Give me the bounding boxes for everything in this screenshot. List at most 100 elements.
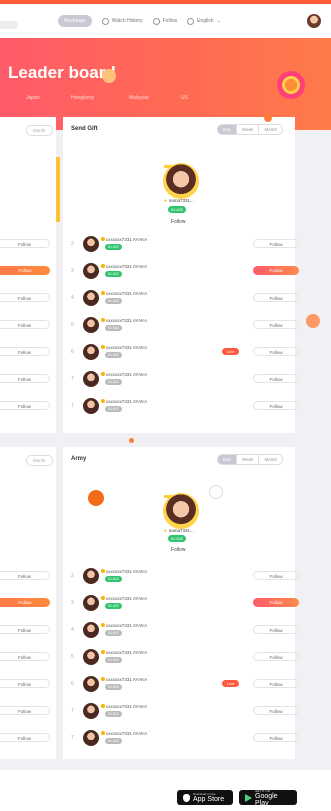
avatar[interactable] [83, 290, 99, 306]
follow-link[interactable]: Follow [152, 17, 177, 25]
follow-button[interactable]: Follow [253, 293, 299, 302]
left-follow-button[interactable]: Follow [0, 266, 50, 275]
user-name: xxxxxxx7331 AYAKA [101, 345, 147, 350]
left-follow-button[interactable]: Follow [0, 652, 50, 661]
avatar[interactable] [83, 703, 99, 719]
champion-follow-button[interactable]: Follow [171, 219, 185, 225]
tab-week[interactable]: Week [236, 455, 258, 464]
avatar[interactable] [83, 236, 99, 252]
avatar[interactable] [83, 595, 99, 611]
follow-button[interactable]: Follow [253, 679, 299, 688]
score-badge: 51,632 [105, 657, 122, 663]
tab-day[interactable]: Day [218, 455, 237, 464]
follow-button[interactable]: Follow [253, 374, 299, 383]
table-row: 7 xxxxxxx7331 AYAKA 51,632 Follow [71, 393, 299, 420]
rank-number: 2 [71, 241, 74, 247]
follow-button[interactable]: Follow [253, 625, 299, 634]
rank-number: 7 [71, 403, 74, 409]
search-box-fragment[interactable] [0, 21, 18, 29]
avatar[interactable] [83, 371, 99, 387]
avatar[interactable] [83, 344, 99, 360]
period-tabs: Day Week Month [217, 454, 283, 465]
apple-icon [183, 793, 190, 802]
tab-japan[interactable]: Japan [26, 95, 71, 101]
avatar[interactable] [83, 398, 99, 414]
follow-button[interactable]: Follow [253, 652, 299, 661]
tab-month[interactable]: Month [258, 125, 282, 134]
table-row: 3 xxxxxxx7331 AYAKA 51,632 Follow [71, 590, 299, 617]
avatar[interactable] [83, 676, 99, 692]
follow-button[interactable]: Follow [253, 571, 299, 580]
left-follow-button[interactable]: Follow [0, 374, 50, 383]
follow-button[interactable]: Follow [253, 347, 299, 356]
follow-button[interactable]: Follow [253, 320, 299, 329]
score-badge: 51,632 [105, 630, 122, 636]
champion-avatar[interactable] [163, 163, 199, 199]
send-gift-card: Send Gift Day Week Month ● nama7331... 5… [63, 114, 299, 433]
left-follow-button[interactable]: Follow [0, 320, 50, 329]
left-follow-button[interactable]: Follow [0, 293, 50, 302]
score-badge: 51,632 [105, 711, 122, 717]
decorative-dot [88, 490, 104, 506]
decorative-dot [129, 438, 134, 443]
medal-icon [101, 291, 105, 295]
left-follow-button[interactable]: Follow [0, 571, 50, 580]
tab-malaysia[interactable]: Malaysia [129, 95, 181, 101]
recharge-button[interactable]: Recharge [58, 15, 92, 27]
language-label: English [197, 18, 214, 24]
avatar[interactable] [83, 622, 99, 638]
live-badge[interactable]: Live [222, 680, 240, 687]
left-follow-button[interactable]: Follow [0, 598, 50, 607]
tab-month[interactable]: Month [258, 455, 282, 464]
scroll-accent [56, 157, 60, 222]
decorative-dot [306, 314, 320, 328]
score-badge: 51,632 [105, 603, 122, 609]
live-badge[interactable]: Live [222, 348, 240, 355]
period-tabs: Day Week Month [217, 124, 283, 135]
tab-week[interactable]: Week [236, 125, 258, 134]
left-follow-button[interactable]: Follow [0, 679, 50, 688]
follow-button[interactable]: Follow [253, 401, 299, 410]
left-follow-button[interactable]: Follow [0, 239, 50, 248]
left-follow-button[interactable]: Follow [0, 706, 50, 715]
champion-follow-button[interactable]: Follow [171, 547, 185, 553]
left-follow-button[interactable]: Follow [0, 401, 50, 410]
left-follow-button[interactable]: Follow [0, 347, 50, 356]
tab-day[interactable]: Day [218, 125, 237, 134]
avatar[interactable] [83, 317, 99, 333]
user-name: xxxxxxx7331 AYAKA [101, 237, 147, 242]
medal-icon [101, 677, 105, 681]
avatar[interactable] [83, 568, 99, 584]
left-period-select-1[interactable]: Month [26, 125, 53, 136]
avatar[interactable] [83, 730, 99, 746]
champion-avatar[interactable] [163, 493, 199, 529]
watch-history-link[interactable]: Watch History [101, 17, 143, 25]
google-play-button[interactable]: GET IT ON Google Play [239, 789, 297, 807]
tab-hongkong[interactable]: Hongkong [71, 95, 129, 101]
avatar[interactable] [83, 649, 99, 665]
medal-icon [101, 596, 105, 600]
chevron-down-icon: ⌄ [216, 18, 221, 24]
avatar[interactable] [83, 263, 99, 279]
score-badge: 51,632 [105, 684, 122, 690]
tab-us[interactable]: US [181, 95, 188, 101]
user-avatar[interactable] [307, 14, 321, 28]
left-card-1: Month [0, 117, 56, 433]
medal-icon [101, 650, 105, 654]
top-nav: Recharge Watch History Follow English ⌄ [58, 15, 221, 27]
follow-button[interactable]: Follow [253, 733, 299, 742]
language-selector[interactable]: English ⌄ [187, 17, 221, 25]
champion-name: ● nama7331... [164, 198, 194, 203]
table-row: 5 xxxxxxx7331 AYAKA 51,632 Follow [71, 312, 299, 339]
left-period-select-2[interactable]: Month [26, 455, 53, 466]
follow-button[interactable]: Follow [253, 239, 299, 248]
left-follow-button[interactable]: Follow [0, 625, 50, 634]
user-name: xxxxxxx7331 AYAKA [101, 569, 147, 574]
rank-number: 4 [71, 627, 74, 633]
left-follow-button[interactable]: Follow [0, 733, 50, 742]
page-title: Leader board [8, 63, 116, 82]
app-store-button[interactable]: Download on the App Store [177, 790, 233, 805]
follow-button[interactable]: Follow [253, 706, 299, 715]
follow-button[interactable]: Follow [253, 266, 299, 275]
follow-button[interactable]: Follow [253, 598, 299, 607]
